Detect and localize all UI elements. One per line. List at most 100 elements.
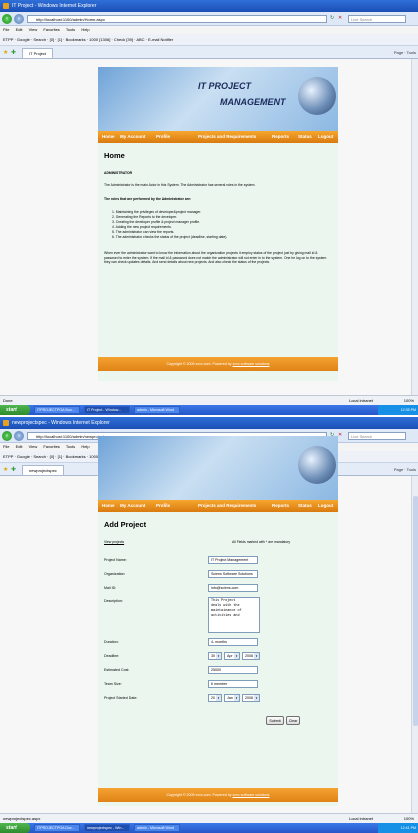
menu-edit[interactable]: Edit	[16, 444, 23, 449]
search-input[interactable]: Live Search	[348, 432, 406, 440]
menu-edit[interactable]: Edit	[16, 27, 23, 32]
window-title-bar[interactable]: newprojectspec - Windows Internet Explor…	[0, 417, 418, 429]
nav-profile[interactable]: Profile	[156, 500, 170, 512]
roles-heading: The roles that are performed by the Admi…	[104, 197, 192, 201]
menu-view[interactable]: View	[29, 444, 38, 449]
start-button[interactable]: start	[0, 405, 30, 415]
view-projects-link[interactable]: View projects	[104, 540, 124, 545]
taskbar-button[interactable]: newprojectspec - Win...	[84, 824, 130, 832]
address-bar-row: ‹ › http://localhost:1100/admin/Home.asp…	[0, 12, 418, 26]
nav-logout[interactable]: Logout	[318, 131, 333, 143]
deadline-day-value: 30	[211, 654, 215, 658]
scrollbar-thumb[interactable]	[413, 496, 418, 726]
address-input[interactable]: http://localhost:1100/admin/Home.aspx	[27, 15, 327, 23]
organization-input[interactable]: Sciens Software Solutions	[208, 570, 258, 578]
description-textarea[interactable]: This Project deals with the maintainance…	[208, 597, 260, 633]
start-day-select[interactable]: 20 ▾	[208, 694, 222, 702]
window-title-bar[interactable]: IT Project - Windows Internet Explorer	[0, 0, 418, 12]
nav-status[interactable]: Status	[298, 500, 312, 512]
taskbar-button[interactable]: admin - Microsoft Word	[134, 406, 180, 414]
back-arrow-icon[interactable]: ‹	[2, 14, 12, 24]
header-title-line1: IT PROJECT	[198, 81, 252, 91]
nav-home[interactable]: Home	[102, 500, 115, 512]
footer-link[interactable]: xxxx software solutions	[233, 362, 270, 366]
nav-my-account[interactable]: My Account	[120, 131, 145, 143]
nav-reports[interactable]: Reports	[272, 500, 289, 512]
taskbar-button[interactable]: ITPROJECTPOA Boo...	[34, 406, 80, 414]
menu-view[interactable]: View	[29, 27, 38, 32]
back-arrow-icon[interactable]: ‹	[2, 431, 12, 441]
nav-my-account[interactable]: My Account	[120, 500, 145, 512]
window-title: IT Project - Windows Internet Explorer	[12, 3, 97, 9]
start-button[interactable]: start	[0, 823, 30, 833]
menu-help[interactable]: Help	[81, 27, 89, 32]
search-input[interactable]: Live Search	[348, 15, 406, 23]
nav-status[interactable]: Status	[298, 131, 312, 143]
duration-input[interactable]: 4- months	[208, 638, 258, 646]
menu-file[interactable]: File	[3, 444, 9, 449]
page-tools-menu[interactable]: Page · Tools	[394, 48, 416, 57]
menu-help[interactable]: Help	[81, 444, 89, 449]
toolbar-items[interactable]: ETPP · Google · Search · [0] · [1] · Boo…	[3, 37, 173, 42]
add-favorites-icon[interactable]: ✚	[11, 466, 16, 473]
status-text: Done	[3, 398, 13, 403]
menu-file[interactable]: File	[3, 27, 9, 32]
start-year-value: 2008	[245, 696, 253, 700]
nav-home[interactable]: Home	[102, 131, 115, 143]
refresh-icon[interactable]: ↻	[330, 15, 334, 21]
clear-button[interactable]: Clear	[286, 716, 300, 725]
page-tools-menu[interactable]: Page · Tools	[394, 465, 416, 474]
deadline-month-select[interactable]: Apr ▾	[224, 652, 240, 660]
start-day-value: 20	[211, 696, 215, 700]
site-footer: Copyright © 2009 xxxx.com. Powered by xx…	[98, 357, 338, 371]
deadline-year-select[interactable]: 2008 ▾	[242, 652, 260, 660]
nav-projects[interactable]: Projects and Requirements	[198, 131, 256, 143]
team-size-input[interactable]: 6 member	[208, 680, 258, 688]
vertical-scrollbar[interactable]	[411, 476, 418, 813]
estimated-cost-input[interactable]: 25000	[208, 666, 258, 674]
deadline-day-select[interactable]: 30 ▾	[208, 652, 222, 660]
add-favorites-icon[interactable]: ✚	[11, 49, 16, 56]
page-viewport: IT PROJECT MANAGEMENT Home My Account Pr…	[0, 59, 418, 395]
nav-reports[interactable]: Reports	[272, 131, 289, 143]
project-name-input[interactable]: IT Project Management	[208, 556, 258, 564]
tab-it-project[interactable]: IT Project	[22, 48, 54, 58]
role-item: 5. The administrator can view the report…	[112, 230, 175, 234]
system-tray-clock[interactable]: 12:41 PM	[378, 823, 418, 833]
taskbar-button[interactable]: admin - Microsoft Word	[134, 824, 180, 832]
favorites-star-icon[interactable]: ★	[3, 466, 8, 473]
globe-icon	[298, 446, 336, 484]
menu-tools[interactable]: Tools	[66, 444, 75, 449]
favorites-star-icon[interactable]: ★	[3, 49, 8, 56]
vertical-scrollbar[interactable]	[411, 59, 418, 395]
globe-icon	[298, 77, 336, 115]
section-heading: ADMINISTRATOR	[104, 171, 133, 175]
mail-id-input[interactable]: info@sciens.com	[208, 584, 258, 592]
forward-arrow-icon[interactable]: ›	[14, 431, 24, 441]
tab-newprojectspec[interactable]: newprojectspec	[22, 465, 64, 475]
role-item: 4. Adding the new project requirements.	[112, 225, 172, 229]
role-item: 1. Maintaining the privileges of develop…	[112, 210, 202, 214]
nav-projects[interactable]: Projects and Requirements	[198, 500, 256, 512]
nav-profile[interactable]: Profile	[156, 131, 170, 143]
taskbar-button[interactable]: IT Project - Window...	[84, 406, 130, 414]
taskbar-button[interactable]: ITPROJECTPOA Doc...	[34, 824, 80, 832]
stop-icon[interactable]: ✕	[338, 432, 342, 438]
taskbar: start ITPROJECTPOA Boo... IT Project - W…	[0, 405, 418, 415]
site-page: IT PROJECT MANAGEMENT Home My Account Pr…	[98, 67, 338, 381]
menu-tools[interactable]: Tools	[66, 27, 75, 32]
forward-arrow-icon[interactable]: ›	[14, 14, 24, 24]
start-month-select[interactable]: Jan ▾	[224, 694, 240, 702]
label-duration: Duration:	[104, 640, 119, 644]
system-tray-clock[interactable]: 12:35 PM	[378, 405, 418, 415]
start-year-select[interactable]: 2008 ▾	[242, 694, 260, 702]
site-header-scrolled	[98, 436, 338, 500]
nav-logout[interactable]: Logout	[318, 500, 333, 512]
stop-icon[interactable]: ✕	[338, 15, 342, 21]
status-bar: Done Local intranet 100%	[0, 395, 418, 405]
menu-favorites[interactable]: Favorites	[43, 27, 59, 32]
footer-link[interactable]: xxxx software solutions	[233, 793, 270, 797]
menu-favorites[interactable]: Favorites	[43, 444, 59, 449]
site-footer: Copyright © 2009 xxxx.com. Powered by xx…	[98, 788, 338, 802]
submit-button[interactable]: Submit	[266, 716, 284, 725]
